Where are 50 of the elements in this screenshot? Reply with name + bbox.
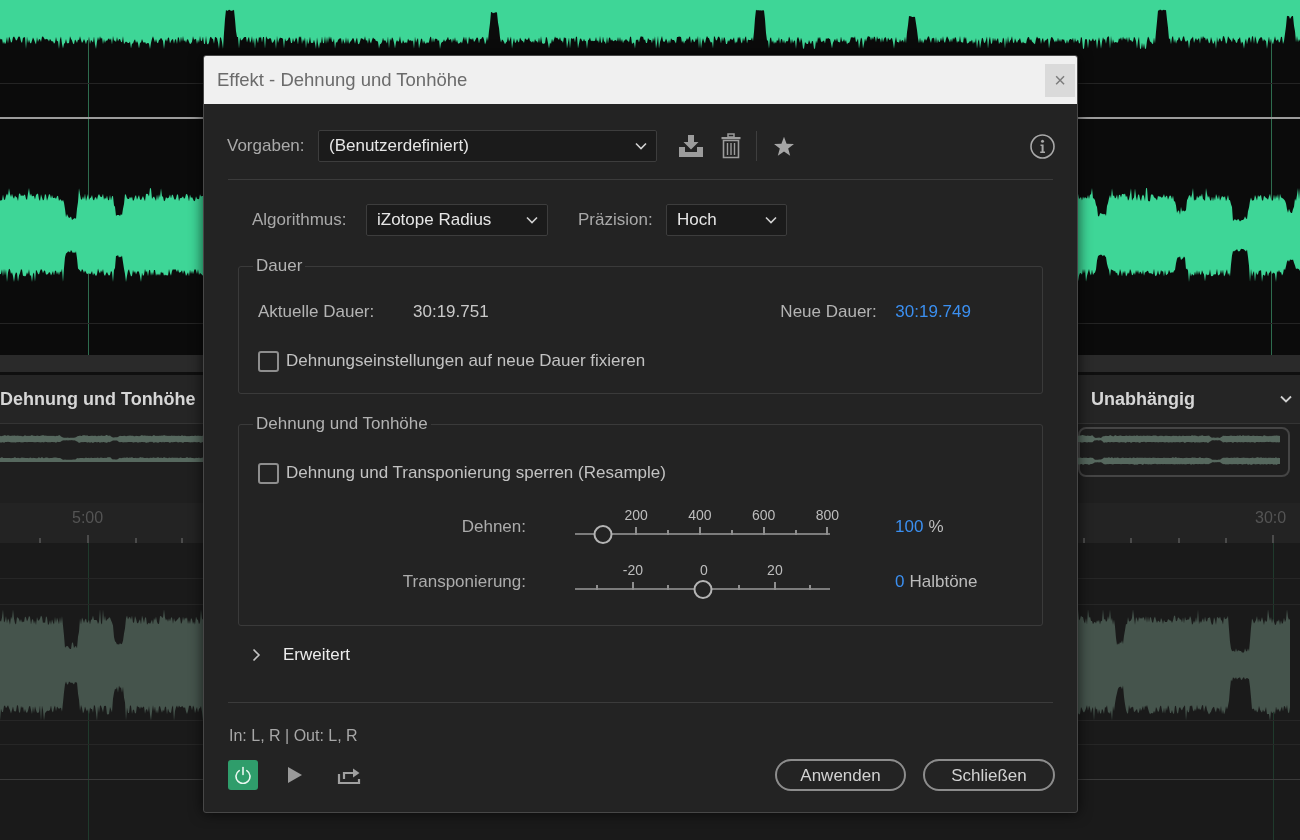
tick-label: 400 — [688, 507, 712, 523]
chevron-right-icon[interactable] — [252, 648, 261, 662]
checkbox-label: Dehnung und Transponierung sperren (Resample) — [286, 463, 666, 483]
apply-button[interactable]: Anwenden — [775, 759, 906, 791]
power-icon — [234, 766, 252, 784]
precision-dropdown[interactable]: Hoch — [666, 204, 787, 236]
power-button[interactable] — [228, 760, 258, 790]
chevron-down-icon — [526, 216, 538, 224]
chevron-down-icon — [1280, 395, 1292, 403]
slider-thumb[interactable] — [693, 579, 712, 599]
field-label: Aktuelle Dauer: — [258, 302, 376, 322]
tick-label: 800 — [815, 507, 840, 523]
tick-label: 0 — [700, 562, 708, 578]
value-text[interactable]: 100 — [895, 517, 924, 537]
expander-label[interactable]: Erweitert — [283, 645, 351, 665]
checkbox-label: Dehnungseinstellungen auf neue Dauer fixieren — [286, 351, 646, 371]
tick-label: 200 — [624, 507, 648, 523]
panel-title: Dehnung und Tonhöhe — [0, 388, 196, 410]
mode-dropdown[interactable]: Unabhängig — [1084, 388, 1300, 410]
slider-thumb[interactable] — [593, 524, 613, 544]
slider-label: Dehnen: — [460, 517, 526, 537]
trash-icon[interactable] — [721, 133, 741, 159]
routing-label: In: L, R | Out: L, R — [228, 726, 358, 746]
algorithm-dropdown[interactable]: iZotope Radius — [366, 204, 548, 236]
tray-arrow-icon[interactable] — [678, 134, 704, 158]
star-icon[interactable] — [773, 135, 795, 157]
dialog-title: Effekt - Dehnung und Tonhöhe — [217, 68, 468, 93]
tick-label: -20 — [622, 562, 643, 578]
tick-label: 20 — [767, 562, 783, 578]
field-label: Präzision: — [578, 210, 654, 230]
unit-label: Halbtöne — [909, 572, 978, 592]
value-text[interactable]: 0 — [895, 572, 905, 592]
group-title: Dauer — [255, 256, 304, 276]
group-title: Dehnung und Tonhöhe — [255, 414, 429, 434]
checkbox[interactable] — [258, 462, 279, 484]
slider-label: Transponierung: — [401, 572, 526, 592]
field-label: Algorithmus: — [252, 210, 348, 230]
preset-dropdown[interactable]: (Benutzerdefiniert) — [318, 130, 657, 162]
chevron-down-icon — [765, 216, 777, 224]
duration-value: 30:19.751 — [413, 302, 489, 322]
unit-label: % — [928, 517, 944, 537]
checkbox[interactable] — [258, 350, 279, 372]
duration-value[interactable]: 30:19.749 — [895, 302, 971, 322]
play-icon[interactable] — [288, 767, 302, 783]
tick-label: 600 — [752, 507, 776, 523]
field-label: Vorgaben: — [227, 136, 306, 156]
info-icon[interactable] — [1030, 133, 1055, 159]
close-button[interactable]: Schließen — [923, 759, 1055, 791]
field-label: Neue Dauer: — [780, 302, 878, 322]
chevron-down-icon — [635, 142, 647, 150]
